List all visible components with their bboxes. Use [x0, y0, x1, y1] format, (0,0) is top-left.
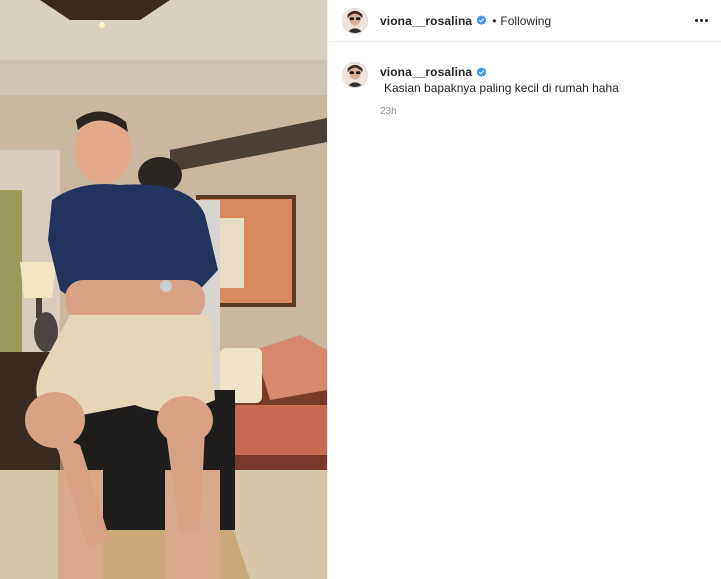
- post-photo-image: [0, 0, 327, 579]
- post-photo[interactable]: [0, 0, 327, 579]
- post-header: viona__rosalina • Following: [328, 0, 721, 42]
- caption-body: viona__rosalina Kasian bapaknya paling k…: [380, 62, 707, 117]
- verified-badge-icon: [476, 66, 487, 78]
- author-avatar[interactable]: [342, 7, 368, 34]
- verified-badge-icon: [476, 15, 487, 26]
- separator-dot: •: [492, 13, 497, 28]
- author-username[interactable]: viona__rosalina: [380, 14, 472, 28]
- following-button[interactable]: Following: [500, 14, 551, 28]
- caption-line: viona__rosalina Kasian bapaknya paling k…: [380, 64, 707, 96]
- caption-timestamp[interactable]: 23h: [380, 106, 707, 117]
- caption-comment: viona__rosalina Kasian bapaknya paling k…: [342, 62, 707, 117]
- more-options-icon[interactable]: [693, 12, 709, 28]
- caption-text: Kasian bapaknya paling kecil di rumah ha…: [384, 81, 619, 95]
- comments-section: viona__rosalina Kasian bapaknya paling k…: [328, 42, 721, 117]
- caption-author-avatar[interactable]: [342, 62, 368, 88]
- post-sidebar: viona__rosalina • Following viona__rosal…: [327, 0, 721, 579]
- caption-username[interactable]: viona__rosalina: [380, 64, 472, 80]
